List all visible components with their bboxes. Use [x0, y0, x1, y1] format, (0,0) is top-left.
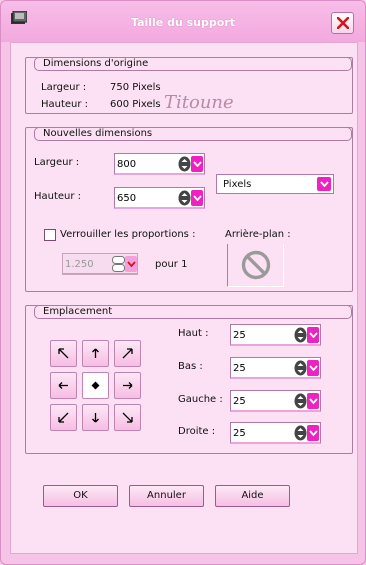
no-entry-icon — [241, 250, 271, 280]
bottom-margin-input[interactable] — [233, 360, 287, 376]
spin-arrows-icon[interactable] — [294, 360, 307, 376]
ratio-input — [65, 256, 110, 272]
anchor-bottom-button[interactable] — [82, 404, 109, 431]
new-height-input[interactable] — [117, 190, 171, 206]
arrow-down-left-icon — [58, 412, 69, 423]
arrow-left-icon — [58, 382, 68, 389]
right-margin-input[interactable] — [233, 425, 287, 441]
new-width-input[interactable] — [117, 156, 171, 172]
right-margin-spinbox[interactable] — [230, 422, 321, 444]
new-height-dropdown[interactable] — [191, 190, 203, 206]
spin-arrows-icon[interactable] — [294, 327, 307, 343]
spin-arrows-icon[interactable] — [178, 190, 191, 206]
lock-proportions-label[interactable]: Verrouiller les proportions : — [60, 229, 195, 240]
lock-proportions-checkbox[interactable] — [44, 229, 56, 241]
unit-select[interactable]: Pixels — [216, 174, 334, 194]
dialog-window: Taille du support Dimensions d'origine L… — [0, 0, 366, 565]
arrow-up-right-icon — [122, 348, 133, 359]
ok-button[interactable]: OK — [43, 485, 118, 507]
dialog-body: Dimensions d'origine Largeur : 750 Pixel… — [10, 42, 358, 554]
ratio-spinbox — [62, 253, 138, 275]
spin-arrows-icon[interactable] — [294, 393, 307, 409]
new-height-label: Hauteur : — [34, 191, 82, 202]
ratio-suffix: pour 1 — [155, 259, 188, 270]
chevron-down-icon — [308, 332, 318, 338]
original-width-label: Largeur : — [41, 82, 87, 93]
chevron-down-icon — [192, 161, 202, 167]
anchor-grid — [48, 340, 144, 436]
title-bar[interactable]: Taille du support — [1, 1, 365, 42]
placement-group: Emplacement Haut: 25 Bas: 25 Gauche: … — [25, 305, 353, 454]
arrow-right-icon — [123, 382, 133, 389]
signature-watermark: Titoune — [164, 92, 234, 113]
unit-dropdown-button[interactable] — [317, 177, 331, 191]
anchor-right-button[interactable] — [114, 372, 141, 399]
left-margin-dropdown[interactable] — [307, 393, 319, 409]
right-margin-dropdown[interactable] — [307, 425, 319, 441]
anchor-top-button[interactable] — [82, 340, 109, 367]
cancel-button[interactable]: Annuler — [129, 485, 204, 507]
close-button[interactable] — [331, 12, 354, 34]
close-icon — [336, 17, 349, 29]
anchor-top-right-button[interactable] — [114, 340, 141, 367]
chevron-down-icon — [126, 261, 136, 267]
original-width-value: 750 Pixels — [110, 82, 161, 93]
new-dimensions-group: Nouvelles dimensions Largeur : Hauteur : — [25, 127, 353, 292]
original-height-label: Hauteur : — [41, 99, 89, 110]
unit-select-value: Pixels — [223, 179, 252, 190]
top-margin-dropdown[interactable] — [307, 327, 319, 343]
anchor-bottom-right-button[interactable] — [114, 404, 141, 431]
anchor-left-button[interactable] — [50, 372, 77, 399]
chevron-down-icon — [308, 430, 318, 436]
ratio-dropdown — [125, 256, 137, 272]
bottom-margin-dropdown[interactable] — [307, 360, 319, 376]
top-margin-input[interactable] — [233, 327, 287, 343]
arrow-down-icon — [92, 413, 99, 423]
new-width-dropdown[interactable] — [191, 156, 203, 172]
new-dimensions-title: Nouvelles dimensions — [34, 127, 352, 141]
left-margin-label: Gauche : — [178, 394, 223, 405]
bottom-margin-spinbox[interactable] — [230, 357, 321, 379]
background-label: Arrière-plan : — [225, 229, 291, 240]
window-title: Taille du support — [130, 16, 235, 29]
spin-arrows-icon[interactable] — [178, 156, 191, 172]
top-margin-spinbox[interactable] — [230, 324, 321, 346]
anchor-top-left-button[interactable] — [50, 340, 77, 367]
new-width-spinbox[interactable] — [114, 153, 205, 175]
diamond-icon — [91, 381, 100, 390]
original-dimensions-title: Dimensions d'origine — [34, 57, 352, 71]
bottom-margin-label: Bas : — [178, 361, 203, 372]
left-margin-input[interactable] — [233, 393, 287, 409]
chevron-down-icon — [192, 195, 202, 201]
anchor-center-button[interactable] — [82, 372, 109, 399]
arrow-up-icon — [92, 348, 99, 358]
placement-title: Emplacement — [34, 305, 352, 319]
chevron-down-icon — [319, 181, 329, 187]
spin-arrows-icon[interactable] — [294, 425, 307, 441]
new-height-spinbox[interactable] — [114, 187, 205, 209]
arrow-down-right-icon — [122, 412, 133, 423]
left-margin-spinbox[interactable] — [230, 390, 321, 412]
top-margin-label: Haut : — [178, 328, 209, 339]
help-button[interactable]: Aide — [215, 485, 290, 507]
original-height-value: 600 Pixels — [110, 99, 161, 110]
chevron-down-icon — [308, 398, 318, 404]
chevron-down-icon — [308, 365, 318, 371]
arrow-up-left-icon — [58, 348, 69, 359]
right-margin-label: Droite : — [178, 426, 216, 437]
new-width-label: Largeur : — [34, 157, 80, 168]
original-dimensions-group: Dimensions d'origine Largeur : 750 Pixel… — [25, 57, 353, 114]
background-color-swatch[interactable] — [227, 244, 284, 287]
spin-arrows-icon — [112, 256, 125, 272]
anchor-bottom-left-button[interactable] — [50, 404, 77, 431]
